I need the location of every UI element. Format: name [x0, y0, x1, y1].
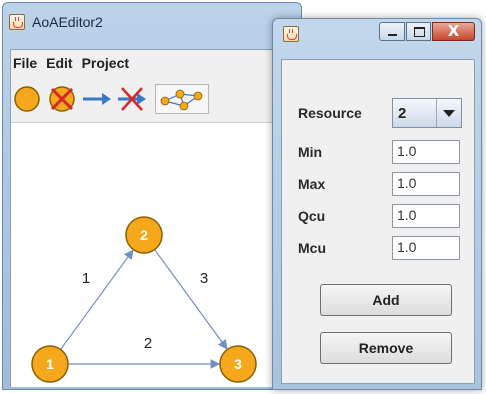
- min-field[interactable]: 1.0: [392, 140, 460, 164]
- dialog-titlebar: [283, 26, 299, 42]
- menu-project[interactable]: Project: [82, 55, 135, 71]
- resource-row: Resource 2: [282, 98, 476, 128]
- mcu-label: Mcu: [298, 240, 326, 256]
- minimize-button[interactable]: [379, 22, 405, 41]
- qcu-field[interactable]: 1.0: [392, 204, 460, 228]
- close-icon: X: [447, 22, 460, 40]
- graph-node-label: 2: [140, 227, 148, 243]
- max-field[interactable]: 1.0: [392, 172, 460, 196]
- close-button[interactable]: X: [432, 22, 475, 41]
- orange-circle-icon: [14, 86, 40, 112]
- toolbar: [11, 80, 212, 118]
- resource-select-value: 2: [398, 104, 407, 122]
- graph-drawing: 1 3 2 1 2 3: [31, 216, 257, 383]
- max-row: Max 1.0: [282, 172, 476, 198]
- chevron-down-icon[interactable]: [436, 99, 461, 127]
- graph-canvas[interactable]: 1 3 2 1 2 3: [11, 122, 295, 387]
- graph-edge-2-3[interactable]: [154, 249, 228, 350]
- add-edge-tool[interactable]: [81, 84, 113, 114]
- edge-weight-label: 3: [200, 270, 208, 287]
- graph-edge-1-2[interactable]: [60, 249, 134, 350]
- menu-bar: File Edit Project: [11, 52, 138, 74]
- graph-layout-icon: [160, 89, 203, 111]
- min-label: Min: [298, 144, 323, 160]
- mcu-field[interactable]: 1.0: [392, 236, 460, 260]
- resource-label: Resource: [298, 105, 362, 121]
- graph-node-label: 3: [234, 356, 242, 372]
- crossed-circle-icon: [49, 86, 75, 112]
- java-cup-icon: [9, 14, 25, 30]
- min-row: Min 1.0: [282, 140, 476, 166]
- menu-file[interactable]: File: [13, 55, 43, 71]
- dialog-client-area: Resource 2 Min 1.0 Max 1.0 Qcu 1.0 Mcu 1…: [281, 59, 475, 384]
- auto-layout-tool[interactable]: [155, 84, 209, 114]
- resource-select[interactable]: 2: [392, 98, 462, 128]
- maximize-button[interactable]: [406, 22, 431, 41]
- max-label: Max: [298, 176, 326, 192]
- java-cup-icon: [283, 26, 299, 42]
- qcu-label: Qcu: [298, 208, 326, 224]
- remove-button[interactable]: Remove: [320, 332, 452, 364]
- crossed-arrow-icon: [118, 87, 146, 111]
- delete-edge-tool[interactable]: [116, 84, 148, 114]
- main-window: AoAEditor2 File Edit Project 1 3 2 1 2 3: [2, 2, 302, 390]
- main-titlebar: AoAEditor2: [9, 11, 269, 33]
- edge-weight-label: 2: [144, 335, 152, 352]
- add-node-tool[interactable]: [11, 84, 43, 114]
- qcu-row: Qcu 1.0: [282, 204, 476, 230]
- graph-node-label: 1: [46, 356, 54, 372]
- edge-weight-label: 1: [82, 270, 90, 287]
- menu-edit[interactable]: Edit: [46, 55, 78, 71]
- main-client-area: File Edit Project 1 3 2 1 2 3: [10, 49, 296, 387]
- window-controls: X: [379, 22, 475, 41]
- resource-dialog: X Resource 2 Min 1.0 Max 1.0 Qcu 1.0 Mcu…: [272, 18, 482, 390]
- mcu-row: Mcu 1.0: [282, 236, 476, 262]
- window-title: AoAEditor2: [32, 14, 103, 30]
- delete-node-tool[interactable]: [46, 84, 78, 114]
- arrow-right-icon: [83, 93, 111, 105]
- add-button[interactable]: Add: [320, 284, 452, 316]
